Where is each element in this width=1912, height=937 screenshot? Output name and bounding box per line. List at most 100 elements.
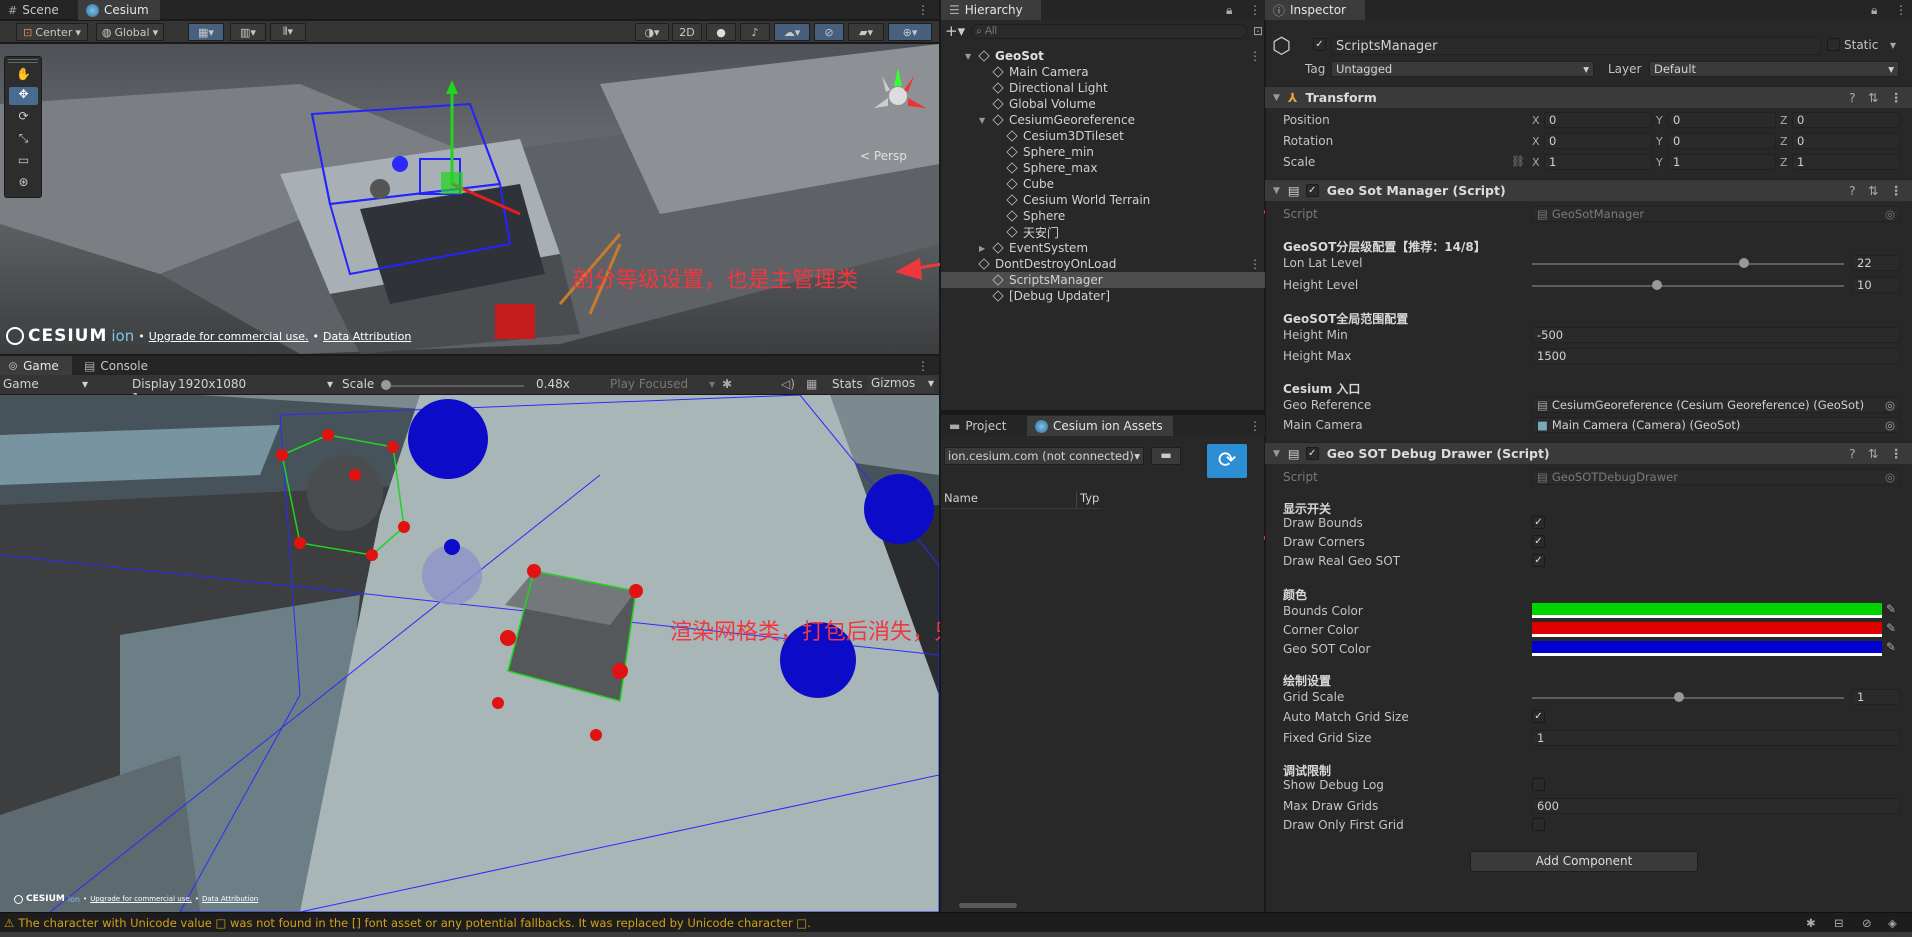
- preset-icon[interactable]: ⇅: [1868, 446, 1878, 461]
- kebab-menu-icon[interactable]: ⋮: [1249, 49, 1261, 63]
- col-name[interactable]: Name: [941, 491, 1077, 508]
- foldout-arrow-icon[interactable]: ▼: [979, 116, 985, 125]
- link-icon[interactable]: ⛓: [1511, 155, 1525, 168]
- network-icon[interactable]: ◈: [1888, 916, 1897, 930]
- height-level-slider-track[interactable]: [1532, 285, 1844, 287]
- height-min-field[interactable]: -500: [1532, 327, 1900, 343]
- gameobject-name-field[interactable]: ScriptsManager: [1331, 37, 1821, 55]
- eyedropper-icon[interactable]: ✎: [1886, 602, 1896, 616]
- debug-drawer-enabled[interactable]: ✓: [1305, 447, 1319, 460]
- hierarchy-item[interactable]: Cesium World Terrain: [941, 192, 1265, 208]
- transform-header[interactable]: ▼ ⅄ Transform ? ⇅ ⋮: [1265, 86, 1912, 108]
- chevron-down-icon[interactable]: ▾: [1890, 38, 1896, 52]
- help-icon[interactable]: ?: [1849, 90, 1856, 105]
- kebab-menu-icon[interactable]: ⋮: [1890, 90, 1903, 105]
- hierarchy-item[interactable]: ▼ GeoSot ⋮: [941, 48, 1265, 64]
- height-level-slider-knob[interactable]: [1651, 280, 1662, 290]
- draw-bounds-checkbox[interactable]: ✓: [1532, 516, 1545, 529]
- hierarchy-item[interactable]: 天安门: [941, 224, 1265, 240]
- corner-color-swatch[interactable]: [1532, 622, 1882, 637]
- hierarchy-item[interactable]: ▼ CesiumGeoreference: [941, 112, 1265, 128]
- layer-dropdown[interactable]: Default ▾: [1649, 61, 1899, 77]
- hierarchy-item[interactable]: Sphere_max: [941, 160, 1265, 176]
- kebab-menu-icon[interactable]: ⋮: [1890, 183, 1903, 198]
- kebab-menu-icon[interactable]: ⋮: [1249, 3, 1261, 17]
- hierarchy-item[interactable]: Global Volume: [941, 96, 1265, 112]
- target-icon[interactable]: ◎: [1885, 207, 1895, 221]
- help-icon[interactable]: ?: [1849, 183, 1856, 198]
- transform-rotation-y-field[interactable]: 0: [1668, 133, 1776, 149]
- target-icon[interactable]: ◎: [1885, 418, 1895, 432]
- kebab-menu-icon[interactable]: ⋮: [1249, 419, 1261, 433]
- preset-icon[interactable]: ⇅: [1868, 183, 1878, 198]
- hierarchy-search-input[interactable]: [984, 25, 1185, 37]
- grid-scale-field[interactable]: 1: [1852, 689, 1900, 705]
- kebab-menu-icon[interactable]: ⋮: [1895, 3, 1907, 17]
- maincam-field[interactable]: ■ Main Camera (Camera) (GeoSot) ◎: [1532, 417, 1900, 433]
- folder-button[interactable]: ▬: [1151, 447, 1181, 465]
- target-icon[interactable]: ◎: [1885, 470, 1895, 484]
- grid-scale-slider-track[interactable]: [1532, 697, 1844, 699]
- transform-position-z-field[interactable]: 0: [1792, 112, 1900, 128]
- lock-icon[interactable]: 🔒︎: [1871, 3, 1877, 18]
- bounds-color-swatch[interactable]: [1532, 603, 1882, 618]
- hierarchy-item[interactable]: Sphere: [941, 208, 1265, 224]
- debug-drawer-header[interactable]: ▼ ▤ ✓ Geo SOT Debug Drawer (Script) ? ⇅ …: [1265, 442, 1912, 464]
- tab-project[interactable]: ▬ Project: [941, 416, 1019, 436]
- show-debug-checkbox[interactable]: [1532, 778, 1545, 791]
- preset-icon[interactable]: ⇅: [1868, 90, 1878, 105]
- hierarchy-item[interactable]: DontDestroyOnLoad ⋮: [941, 256, 1265, 272]
- lonlat-slider-track[interactable]: [1532, 263, 1844, 265]
- transform-position-x-field[interactable]: 0: [1544, 112, 1652, 128]
- transform-scale-z-field[interactable]: 1: [1792, 154, 1900, 170]
- tag-dropdown[interactable]: Untagged ▾: [1331, 61, 1594, 77]
- eyedropper-icon[interactable]: ✎: [1886, 640, 1896, 654]
- hierarchy-item[interactable]: ▶ EventSystem: [941, 240, 1265, 256]
- draw-first-checkbox[interactable]: [1532, 818, 1545, 831]
- bug-off-icon[interactable]: ✱: [1806, 916, 1816, 930]
- foldout-arrow-icon[interactable]: ▶: [979, 244, 985, 253]
- tab-inspector[interactable]: ⓘ Inspector: [1265, 0, 1365, 20]
- hierarchy-item[interactable]: Cube: [941, 176, 1265, 192]
- height-max-field[interactable]: 1500: [1532, 348, 1900, 364]
- fixed-grid-field[interactable]: 1: [1532, 730, 1900, 746]
- draw-real-checkbox[interactable]: ✓: [1532, 554, 1545, 567]
- gameobject-active-checkbox[interactable]: ✓: [1313, 38, 1326, 51]
- tab-hierarchy[interactable]: ☰ Hierarchy: [941, 0, 1041, 20]
- hierarchy-item[interactable]: Cesium3DTileset: [941, 128, 1265, 144]
- scene-visibility-icon[interactable]: ⊡: [1253, 24, 1263, 38]
- ion-server-dropdown[interactable]: ion.cesium.com (not connected) ▾: [944, 447, 1144, 465]
- hierarchy-item[interactable]: [Debug Updater]: [941, 288, 1265, 304]
- hierarchy-item[interactable]: Sphere_min: [941, 144, 1265, 160]
- hierarchy-item[interactable]: ScriptsManager: [941, 272, 1265, 288]
- lonlat-level-field[interactable]: 22: [1852, 255, 1900, 271]
- geosot-color-swatch[interactable]: [1532, 641, 1882, 656]
- hierarchy-item[interactable]: Directional Light: [941, 80, 1265, 96]
- draw-corners-checkbox[interactable]: ✓: [1532, 535, 1545, 548]
- col-type[interactable]: Typ: [1077, 491, 1101, 508]
- static-checkbox[interactable]: [1827, 38, 1840, 51]
- transform-position-y-field[interactable]: 0: [1668, 112, 1776, 128]
- max-grids-field[interactable]: 600: [1532, 798, 1900, 814]
- cache-icon[interactable]: ⊟: [1834, 916, 1844, 930]
- auto-match-checkbox[interactable]: ✓: [1532, 710, 1545, 723]
- geosot-manager-enabled[interactable]: ✓: [1305, 184, 1319, 197]
- lock-icon[interactable]: 🔒︎: [1226, 3, 1232, 18]
- foldout-arrow-icon[interactable]: ▼: [965, 52, 971, 61]
- kebab-menu-icon[interactable]: ⋮: [1249, 257, 1261, 271]
- status-bar[interactable]: ⚠ The character with Unicode value □ was…: [0, 912, 1912, 932]
- add-icon[interactable]: +▾: [945, 22, 965, 40]
- tab-cesium-ion[interactable]: Cesium ion Assets: [1027, 416, 1173, 436]
- geosot-manager-header[interactable]: ▼ ▤ ✓ Geo Sot Manager (Script) ? ⇅ ⋮: [1265, 179, 1912, 201]
- kebab-menu-icon[interactable]: ⋮: [1890, 446, 1903, 461]
- eyedropper-icon[interactable]: ✎: [1886, 621, 1896, 635]
- hierarchy-item[interactable]: Main Camera: [941, 64, 1265, 80]
- transform-scale-x-field[interactable]: 1: [1544, 154, 1652, 170]
- refresh-button[interactable]: ⟳: [1207, 444, 1247, 478]
- help-icon[interactable]: ?: [1849, 446, 1856, 461]
- add-component-button[interactable]: Add Component: [1470, 851, 1698, 872]
- grid-scale-slider-knob[interactable]: [1673, 692, 1684, 702]
- hierarchy-search[interactable]: ⌕: [971, 23, 1247, 39]
- horizontal-scrollbar[interactable]: [945, 901, 1105, 909]
- transform-scale-y-field[interactable]: 1: [1668, 154, 1776, 170]
